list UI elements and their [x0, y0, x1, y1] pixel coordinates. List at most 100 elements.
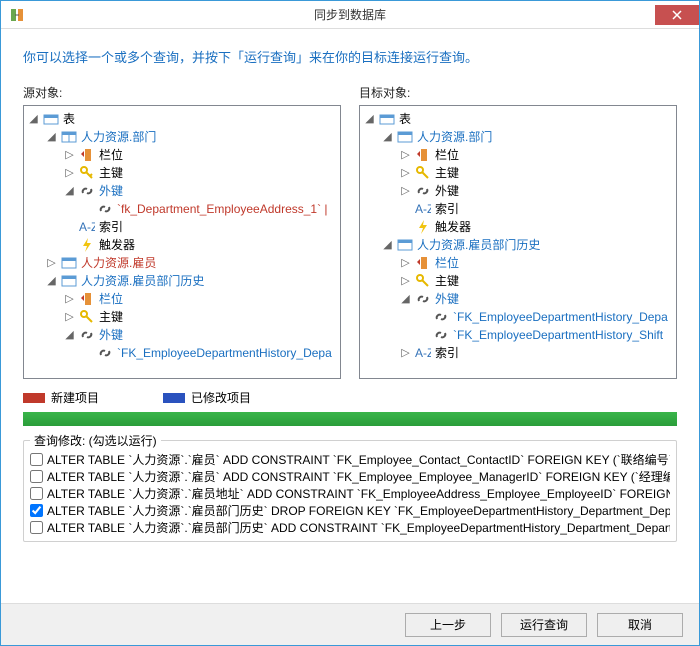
query-checkbox[interactable] — [30, 453, 43, 466]
tree-label[interactable]: `FK_EmployeeDepartmentHistory_Depa — [117, 344, 332, 362]
source-label: 源对象: — [23, 84, 341, 101]
tree-label[interactable]: 外键 — [435, 182, 459, 200]
query-checkbox[interactable] — [30, 504, 43, 517]
query-list[interactable]: ALTER TABLE `人力资源`.`雇员` ADD CONSTRAINT `… — [26, 451, 674, 537]
expander-icon[interactable]: ◢ — [382, 240, 393, 251]
expander-icon[interactable]: ▷ — [400, 258, 411, 269]
svg-text:A-Z: A-Z — [415, 202, 431, 216]
expander-icon[interactable]: ◢ — [382, 132, 393, 143]
expander-icon[interactable]: ▷ — [400, 150, 411, 161]
table-icon — [61, 273, 77, 289]
query-text: ALTER TABLE `人力资源`.`雇员` ADD CONSTRAINT `… — [47, 451, 670, 468]
expander-icon[interactable]: ◢ — [364, 114, 375, 125]
footer: 上一步 运行查询 取消 — [1, 603, 699, 645]
link-icon — [433, 327, 449, 343]
query-checkbox[interactable] — [30, 470, 43, 483]
expander-icon[interactable]: ▷ — [64, 150, 75, 161]
progress-bar — [23, 412, 677, 426]
source-tree[interactable]: ◢表 ◢人力资源.部门 ▷栏位 ▷主键 ◢外键 ·`fk_Department_… — [23, 105, 341, 379]
tree-label[interactable]: 索引 — [99, 218, 123, 236]
query-checkbox[interactable] — [30, 521, 43, 534]
tree-label[interactable]: `fk_Department_EmployeeAddress_1` | — [117, 200, 328, 218]
expander-icon[interactable]: ▷ — [64, 294, 75, 305]
expander-icon[interactable]: ◢ — [400, 294, 411, 305]
expander-icon[interactable]: ▷ — [400, 348, 411, 359]
tree-label[interactable]: 人力资源.部门 — [417, 128, 492, 146]
cancel-button[interactable]: 取消 — [597, 613, 683, 637]
table-icon — [397, 129, 413, 145]
key-icon — [79, 165, 95, 181]
query-row[interactable]: ALTER TABLE `人力资源`.`雇员部门历史` DROP FOREIGN… — [26, 502, 674, 519]
expander-icon[interactable]: ◢ — [64, 186, 75, 197]
key-icon — [79, 309, 95, 325]
link-icon — [415, 183, 431, 199]
expander-icon[interactable]: ▷ — [46, 258, 57, 269]
query-text: ALTER TABLE `人力资源`.`雇员部门历史` ADD CONSTRAI… — [47, 519, 670, 536]
tree-label[interactable]: 主键 — [435, 272, 459, 290]
query-row[interactable]: ALTER TABLE `人力资源`.`雇员部门历史` ADD CONSTRAI… — [26, 519, 674, 536]
tree-label[interactable]: 外键 — [435, 290, 459, 308]
tree-label[interactable]: 触发器 — [99, 236, 135, 254]
expander-icon[interactable]: ◢ — [64, 330, 75, 341]
query-text: ALTER TABLE `人力资源`.`雇员地址` ADD CONSTRAINT… — [47, 485, 670, 502]
dialog-window: 同步到数据库 你可以选择一个或多个查询，并按下「运行查询」来在你的目标连接运行查… — [0, 0, 700, 646]
expander-icon[interactable]: ▷ — [400, 276, 411, 287]
tree-label[interactable]: 主键 — [99, 164, 123, 182]
table-icon — [61, 129, 77, 145]
query-row[interactable]: ALTER TABLE `人力资源`.`雇员` ADD CONSTRAINT `… — [26, 468, 674, 485]
tree-label[interactable]: 人力资源.部门 — [81, 128, 156, 146]
tree-label[interactable]: 索引 — [435, 200, 459, 218]
tree-label[interactable]: 主键 — [435, 164, 459, 182]
columns-icon — [415, 147, 431, 163]
link-icon — [415, 291, 431, 307]
tree-label[interactable]: 栏位 — [99, 290, 123, 308]
query-group-label: 查询修改: (勾选以运行) — [30, 432, 161, 449]
tree-label[interactable]: `FK_EmployeeDepartmentHistory_Shift — [453, 326, 663, 344]
target-pane: 目标对象: ◢表 ◢人力资源.部门 ▷栏位 ▷主键 ▷外键 ·A-Z索引 ·触发… — [359, 84, 677, 379]
expander-icon[interactable]: ◢ — [46, 132, 57, 143]
tree-label: 表 — [63, 110, 75, 128]
tree-label[interactable]: 人力资源.雇员 — [81, 254, 156, 272]
expander-icon[interactable]: ◢ — [28, 114, 39, 125]
target-label: 目标对象: — [359, 84, 677, 101]
run-query-button[interactable]: 运行查询 — [501, 613, 587, 637]
expander-icon[interactable]: ◢ — [46, 276, 57, 287]
legend: 新建项目 已修改项目 — [23, 389, 677, 406]
index-icon: A-Z — [415, 201, 431, 217]
swatch-mod — [163, 393, 185, 403]
content-area: 你可以选择一个或多个查询，并按下「运行查询」来在你的目标连接运行查询。 源对象:… — [1, 29, 699, 603]
key-icon — [415, 273, 431, 289]
tree-label[interactable]: 栏位 — [99, 146, 123, 164]
trigger-icon — [415, 219, 431, 235]
link-icon — [79, 327, 95, 343]
link-icon — [79, 183, 95, 199]
tree-label[interactable]: 人力资源.雇员部门历史 — [81, 272, 204, 290]
query-row[interactable]: ALTER TABLE `人力资源`.`雇员` ADD CONSTRAINT `… — [26, 451, 674, 468]
query-checkbox[interactable] — [30, 487, 43, 500]
compare-panes: 源对象: ◢表 ◢人力资源.部门 ▷栏位 ▷主键 ◢外键 ·`fk_Depart… — [23, 84, 677, 379]
tree-label[interactable]: 主键 — [99, 308, 123, 326]
tree-label[interactable]: 栏位 — [435, 254, 459, 272]
tree-label[interactable]: 栏位 — [435, 146, 459, 164]
expander-icon[interactable]: ▷ — [64, 312, 75, 323]
instruction-text: 你可以选择一个或多个查询，并按下「运行查询」来在你的目标连接运行查询。 — [23, 47, 677, 66]
tree-label[interactable]: 外键 — [99, 182, 123, 200]
tree-label[interactable]: `FK_EmployeeDepartmentHistory_Depa — [453, 308, 668, 326]
columns-icon — [79, 147, 95, 163]
query-group: 查询修改: (勾选以运行) ALTER TABLE `人力资源`.`雇员` AD… — [23, 440, 677, 542]
tree-label[interactable]: 触发器 — [435, 218, 471, 236]
expander-icon[interactable]: ▷ — [400, 186, 411, 197]
query-row[interactable]: ALTER TABLE `人力资源`.`雇员地址` ADD CONSTRAINT… — [26, 485, 674, 502]
prev-button[interactable]: 上一步 — [405, 613, 491, 637]
source-pane: 源对象: ◢表 ◢人力资源.部门 ▷栏位 ▷主键 ◢外键 ·`fk_Depart… — [23, 84, 341, 379]
tree-label: 表 — [399, 110, 411, 128]
titlebar: 同步到数据库 — [1, 1, 699, 29]
index-icon: A-Z — [79, 219, 95, 235]
tree-label[interactable]: 人力资源.雇员部门历史 — [417, 236, 540, 254]
tree-label[interactable]: 外键 — [99, 326, 123, 344]
target-tree[interactable]: ◢表 ◢人力资源.部门 ▷栏位 ▷主键 ▷外键 ·A-Z索引 ·触发器 ◢人力资… — [359, 105, 677, 379]
tree-label[interactable]: 索引 — [435, 344, 459, 362]
expander-icon[interactable]: ▷ — [64, 168, 75, 179]
expander-icon[interactable]: ▷ — [400, 168, 411, 179]
columns-icon — [415, 255, 431, 271]
